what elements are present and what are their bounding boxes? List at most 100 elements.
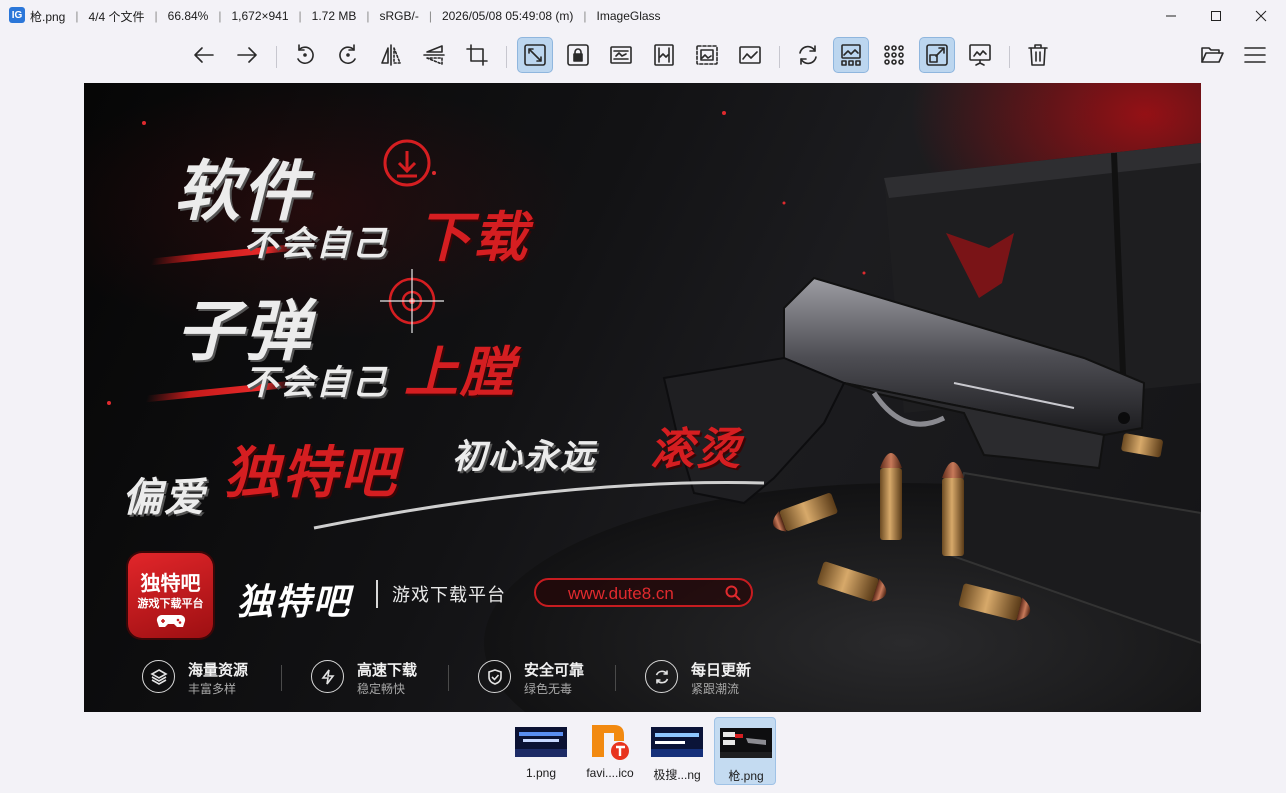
gallery-icon: [841, 44, 861, 66]
rotate-right-icon: [339, 44, 356, 65]
thumbnail-item[interactable]: favi....ico: [579, 717, 641, 785]
file-size: 1.72 MB: [311, 9, 357, 23]
flip-vertical-button[interactable]: [416, 37, 452, 73]
scale-to-width-button[interactable]: [603, 37, 639, 73]
feature-title: 安全可靠: [524, 662, 585, 679]
refresh-icon: [799, 45, 817, 65]
open-file-button[interactable]: [1194, 37, 1230, 73]
flip-vertical-icon: [423, 45, 445, 65]
headline-download: 下载: [417, 206, 529, 269]
close-button[interactable]: [1238, 0, 1284, 32]
auto-zoom-button[interactable]: [517, 37, 553, 73]
title-bar: IG 枪.png | 4/4 个文件 | 66.84% | 1,672×941 …: [0, 0, 1286, 32]
trash-icon: [1028, 44, 1048, 66]
scale-to-height-button[interactable]: [646, 37, 682, 73]
imageglass-window: IG 枪.png | 4/4 个文件 | 66.84% | 1,672×941 …: [0, 0, 1286, 793]
thumbnail-label: 极搜...ng: [653, 768, 701, 782]
refresh-button[interactable]: [790, 37, 826, 73]
toggle-gallery-button[interactable]: [833, 37, 869, 73]
thumbnail-gallery: 1.png favi....ico 极搜...ng 枪.png: [0, 714, 1286, 793]
imageglass-logo-icon: IG: [9, 7, 25, 23]
thumbnail-label: favi....ico: [586, 766, 634, 780]
brand-name: 独特吧: [237, 582, 352, 623]
slogan-original: 初心永远: [452, 437, 596, 477]
thumbnail-image: [720, 728, 772, 758]
toolbar-separator: [779, 46, 780, 68]
maximize-icon: [1211, 11, 1221, 21]
title-separator: |: [154, 9, 158, 23]
scale-to-fill-button[interactable]: [732, 37, 768, 73]
thumbnail-item[interactable]: 极搜...ng: [646, 717, 708, 785]
toggle-checkerboard-button[interactable]: [876, 37, 912, 73]
rotate-right-button[interactable]: [330, 37, 366, 73]
url-search-box: www.dute8.cn: [534, 578, 753, 607]
modified-date: 2026/05/08 05:49:08 (m): [441, 9, 574, 23]
arrow-right-icon: [237, 47, 257, 63]
feature-subtitle: 绿色无毒: [524, 682, 573, 696]
lightning-icon: [311, 660, 344, 693]
feature-divider: [281, 665, 282, 691]
flip-horizontal-icon: [381, 44, 401, 66]
scale-fill-icon: [739, 46, 761, 64]
brand-divider: [376, 580, 378, 608]
zoom-level: 66.84%: [167, 9, 209, 23]
download-icon: [383, 139, 431, 187]
lock-zoom-button[interactable]: [560, 37, 596, 73]
thumbnail-image: [515, 727, 567, 757]
scale-to-fit-button[interactable]: [689, 37, 725, 73]
crop-button[interactable]: [459, 37, 495, 73]
window-fit-icon: [926, 44, 948, 66]
flip-horizontal-button[interactable]: [373, 37, 409, 73]
headline-not-self-2: 不会自己: [244, 363, 388, 403]
minimize-icon: [1166, 15, 1176, 17]
slogan-brand: 独特吧: [224, 441, 398, 506]
rotate-left-button[interactable]: [287, 37, 323, 73]
brand-logo: 独特吧 游戏下载平台: [128, 553, 213, 638]
arrow-left-icon: [194, 47, 214, 63]
refresh-icon: [645, 660, 678, 693]
image-dimensions: 1,672×941: [231, 9, 289, 23]
crosshair-icon: [380, 269, 444, 333]
file-index: 4/4 个文件: [88, 9, 145, 24]
feature-divider: [448, 665, 449, 691]
previous-image-button[interactable]: [186, 37, 222, 73]
feature-title: 海量资源: [188, 662, 249, 679]
hamburger-menu-icon: [1244, 47, 1266, 63]
gamepad-icon: [156, 614, 186, 627]
title-separator: |: [583, 9, 587, 23]
title-info: 枪.png | 4/4 个文件 | 66.84% | 1,672×941 | 1…: [30, 0, 661, 32]
rotate-left-icon: [297, 44, 314, 65]
crop-icon: [466, 44, 488, 66]
thumbnail-label: 1.png: [525, 766, 557, 780]
next-image-button[interactable]: [229, 37, 265, 73]
feature-title: 高速下载: [357, 662, 418, 679]
image-viewer[interactable]: 软件 不会自己 下载 子弹 不会自己 上膛 偏爱 独特吧 初心永远 滚烫 独特吧…: [84, 83, 1201, 712]
toolbar-separator: [506, 46, 507, 68]
delete-button[interactable]: [1020, 37, 1056, 73]
thumbnail-item-active[interactable]: 枪.png: [714, 717, 776, 785]
title-separator: |: [428, 9, 432, 23]
file-name: 枪.png: [30, 9, 66, 24]
brand-logo-title: 独特吧: [140, 571, 201, 595]
brand-logo-subtitle: 游戏下载平台: [137, 598, 204, 610]
lock-zoom-icon: [567, 44, 589, 66]
toolbar: [0, 34, 1286, 78]
thumbnail-image: [651, 727, 703, 757]
slideshow-button[interactable]: [962, 37, 998, 73]
folder-open-icon: [1201, 47, 1224, 63]
toggle-window-fit-button[interactable]: [919, 37, 955, 73]
thumbnail-item[interactable]: 1.png: [510, 717, 572, 785]
layers-icon: [142, 660, 175, 693]
main-menu-button[interactable]: [1237, 37, 1273, 73]
feature-subtitle: 稳定畅快: [357, 682, 406, 696]
shield-icon: [478, 660, 511, 693]
headline-not-self: 不会自己: [244, 224, 388, 264]
slogan-hot: 滚烫: [650, 424, 742, 475]
title-separator: |: [75, 9, 79, 23]
auto-zoom-icon: [524, 44, 546, 66]
maximize-button[interactable]: [1193, 0, 1239, 32]
headline-chamber: 上膛: [404, 341, 516, 404]
minimize-button[interactable]: [1148, 0, 1194, 32]
scale-height-icon: [654, 44, 674, 66]
search-icon: [725, 585, 741, 601]
